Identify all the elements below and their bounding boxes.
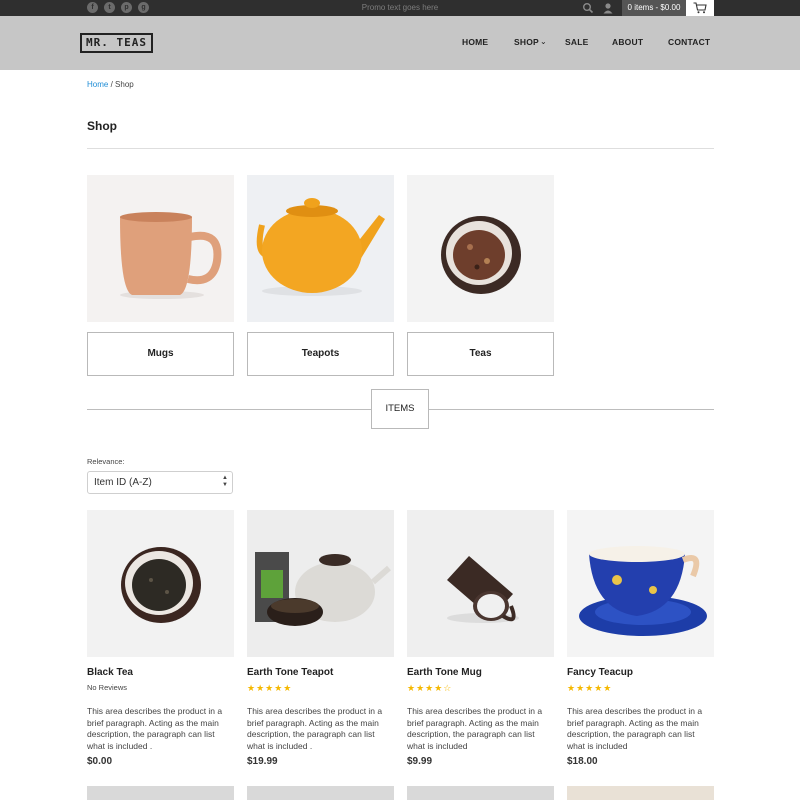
product-description: This area describes the product in a bri…: [407, 706, 543, 751]
product-price: $9.99: [407, 756, 433, 767]
product-price: $19.99: [247, 756, 278, 767]
page-title: Shop: [87, 119, 117, 133]
earth-tone-mug-image[interactable]: [407, 510, 554, 657]
twitter-icon[interactable]: t: [104, 2, 115, 13]
category-teas-button[interactable]: Teas: [407, 332, 554, 376]
top-icons: [582, 2, 614, 14]
fancy-teacup-image[interactable]: [567, 510, 714, 657]
category-teapots-button[interactable]: Teapots: [247, 332, 394, 376]
sort-value: Item ID (A-Z): [94, 477, 152, 488]
product-description: This area describes the product in a bri…: [567, 706, 703, 751]
teapot-image[interactable]: [247, 175, 394, 322]
cart-button[interactable]: [686, 0, 714, 16]
black-tea-image[interactable]: [87, 510, 234, 657]
select-arrows-icon: ▲ ▼: [222, 475, 228, 488]
product-card-partial[interactable]: [407, 786, 554, 800]
product-name[interactable]: Fancy Teacup: [567, 667, 714, 680]
nav-contact[interactable]: CONTACT: [668, 37, 710, 47]
product-card-partial[interactable]: [247, 786, 394, 800]
breadcrumb: Home / Shop: [87, 80, 134, 89]
nav-shop[interactable]: SHOP: [514, 37, 539, 47]
account-icon[interactable]: [602, 2, 614, 14]
earth-tone-teapot-image[interactable]: [247, 510, 394, 657]
top-bar: f t p g Promo text goes here 0 items - $…: [0, 0, 800, 16]
cart-summary[interactable]: 0 items - $0.00: [622, 0, 686, 16]
title-divider: [87, 148, 714, 149]
product-card-partial[interactable]: [567, 786, 714, 800]
product-name[interactable]: Earth Tone Teapot: [247, 667, 394, 680]
product-card[interactable]: Earth Tone Mug ★★★★☆ This area describes…: [407, 510, 554, 767]
breadcrumb-current: Shop: [115, 80, 134, 89]
rating-stars: ★★★★★: [247, 683, 293, 693]
social-links: f t p g: [87, 2, 149, 13]
product-name[interactable]: Earth Tone Mug: [407, 667, 554, 680]
product-card[interactable]: Black Tea No Reviews This area describes…: [87, 510, 234, 767]
category-mugs-button[interactable]: Mugs: [87, 332, 234, 376]
product-card[interactable]: Earth Tone Teapot ★★★★★ This area descri…: [247, 510, 394, 767]
sort-select[interactable]: Item ID (A-Z) ▲ ▼: [87, 471, 233, 494]
search-icon[interactable]: [582, 2, 594, 14]
product-description: This area describes the product in a bri…: [87, 706, 223, 751]
site-logo[interactable]: MR. TEAS: [80, 33, 153, 53]
nav-about[interactable]: ABOUT: [612, 37, 643, 47]
product-description: This area describes the product in a bri…: [247, 706, 383, 751]
facebook-icon[interactable]: f: [87, 2, 98, 13]
pinterest-icon[interactable]: p: [121, 2, 132, 13]
product-price: $18.00: [567, 756, 598, 767]
rating-stars: ★★★★★: [567, 683, 613, 693]
nav-sale[interactable]: SALE: [565, 37, 588, 47]
product-reviews: No Reviews: [87, 683, 128, 692]
product-price: $0.00: [87, 756, 113, 767]
breadcrumb-home-link[interactable]: Home: [87, 80, 108, 89]
product-name[interactable]: Black Tea: [87, 667, 234, 680]
sort-label: Relevance:: [87, 457, 125, 466]
mug-image[interactable]: [87, 175, 234, 322]
product-card-partial[interactable]: [87, 786, 234, 800]
items-heading: ITEMS: [371, 389, 429, 429]
site-header: MR. TEAS HOME SHOP ⌄ SALE ABOUT CONTACT: [0, 16, 800, 70]
breadcrumb-separator: /: [110, 80, 113, 89]
nav-home[interactable]: HOME: [462, 37, 488, 47]
google-plus-icon[interactable]: g: [138, 2, 149, 13]
cart-icon: [693, 2, 707, 14]
chevron-down-icon[interactable]: ⌄: [540, 37, 547, 46]
tea-bowl-image[interactable]: [407, 175, 554, 322]
product-card[interactable]: Fancy Teacup ★★★★★ This area describes t…: [567, 510, 714, 767]
rating-stars: ★★★★☆: [407, 683, 453, 693]
